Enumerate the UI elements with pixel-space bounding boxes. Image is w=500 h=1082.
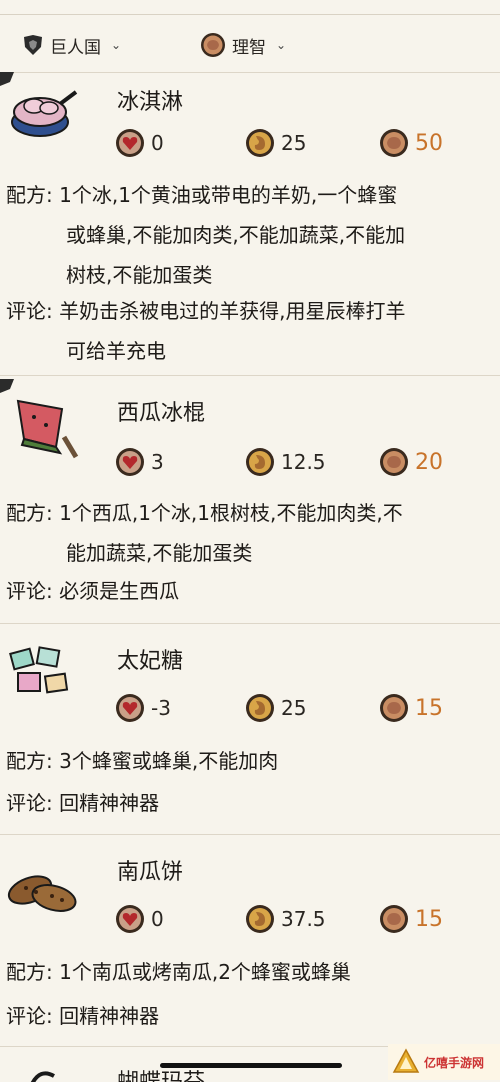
sanity-stat: 50 [379, 128, 443, 158]
food-name: 南瓜饼 [117, 860, 184, 885]
top-divider [0, 14, 500, 15]
watermark-logo-icon [392, 1048, 420, 1073]
health-heart-icon [116, 129, 144, 157]
recipe-line: 1个南瓜或烤南瓜,2个蜂蜜或蜂巢 [59, 960, 351, 984]
stats-row: 0 37.5 15 [115, 904, 495, 940]
health-stat: 3 [115, 447, 164, 477]
stat-filter-label: 理智 [232, 37, 266, 58]
recipe-row: 配方: 1个西瓜,1个冰,1根树枝,不能加肉类,不 能加蔬菜,不能加蛋类 [6, 493, 496, 573]
food-name: 西瓜冰棍 [117, 401, 206, 426]
health-stat: 0 [115, 128, 164, 158]
chevron-down-icon: ⌄ [276, 38, 287, 52]
health-value: 0 [151, 907, 164, 931]
recipe-card[interactable]: 南瓜饼 0 37.5 15 配方: 1个南瓜或烤南瓜,2个蜂蜜或蜂巢 评论: 回… [0, 834, 500, 1047]
hunger-stomach-icon [246, 448, 274, 476]
sanity-stat: 20 [379, 447, 443, 477]
health-value: 3 [151, 450, 164, 474]
butterfly-muffin-food-icon [30, 1071, 55, 1082]
health-value: 0 [151, 131, 164, 155]
hunger-value: 37.5 [281, 907, 326, 931]
food-name: 太妃糖 [117, 649, 184, 674]
world-filter-label: 巨人国 [50, 37, 101, 58]
watermark-text: 亿嘻手游网 [424, 1055, 485, 1070]
recipe-line: 或蜂巢,不能加肉类,不能加蔬菜,不能加 [66, 223, 406, 247]
recipe-label: 配方: [6, 960, 53, 984]
home-indicator[interactable] [160, 1063, 342, 1068]
recipe-label: 配方: [6, 749, 53, 773]
health-heart-icon [116, 905, 144, 933]
recipe-label: 配方: [6, 183, 53, 207]
recipe-line: 3个蜂蜜或蜂巢,不能加肉 [59, 749, 279, 773]
hunger-value: 12.5 [281, 450, 326, 474]
watermelon-popsicle-food-icon [16, 399, 79, 459]
comment-row: 评论: 羊奶击杀被电过的羊获得,用星辰棒打羊 可给羊充电 [6, 291, 496, 371]
sanity-value: 15 [415, 695, 443, 721]
hunger-stat: 37.5 [245, 904, 326, 934]
recipe-row: 配方: 3个蜂蜜或蜂巢,不能加肉 [6, 741, 496, 781]
stats-row: 3 12.5 20 [115, 447, 495, 483]
comment-label: 评论: [6, 579, 53, 603]
comment-line: 羊奶击杀被电过的羊获得,用星辰棒打羊 [59, 299, 406, 323]
hunger-stat: 25 [245, 128, 306, 158]
recipe-label: 配方: [6, 501, 53, 525]
hunger-stomach-icon [246, 129, 274, 157]
food-name: 冰淇淋 [117, 90, 184, 115]
sanity-brain-icon [380, 129, 408, 157]
health-heart-icon [116, 448, 144, 476]
recipe-line: 树枝,不能加蛋类 [66, 263, 213, 287]
comment-label: 评论: [6, 299, 53, 323]
sanity-brain-icon [380, 448, 408, 476]
sanity-value: 15 [415, 906, 443, 932]
health-stat: -3 [115, 693, 171, 723]
comment-line: 可给羊充电 [66, 339, 166, 363]
watermark: 亿嘻手游网 [388, 1044, 500, 1080]
sanity-value: 20 [415, 449, 443, 475]
comment-label: 评论: [6, 791, 53, 815]
taffy-food-icon [9, 646, 69, 694]
recipe-line: 1个冰,1个黄油或带电的羊奶,一个蜂蜜 [59, 183, 398, 207]
stats-row: -3 25 15 [115, 693, 495, 729]
recipe-row: 配方: 1个南瓜或烤南瓜,2个蜂蜜或蜂巢 [6, 952, 496, 992]
comment-line: 回精神神器 [59, 1004, 160, 1028]
recipe-row: 配方: 1个冰,1个黄油或带电的羊奶,一个蜂蜜 或蜂巢,不能加肉类,不能加蔬菜,… [6, 175, 496, 295]
health-value: -3 [151, 696, 171, 720]
comment-row: 评论: 回精神神器 [6, 783, 496, 823]
stat-filter-dropdown[interactable]: 理智 ⌄ [200, 30, 286, 60]
ice-cream-food-icon [11, 90, 78, 137]
health-stat: 0 [115, 904, 164, 934]
sanity-stat: 15 [379, 693, 443, 723]
hunger-stomach-icon [246, 905, 274, 933]
recipe-card[interactable]: 太妃糖 -3 25 15 配方: 3个蜂蜜或蜂巢,不能加肉 评论: 回精神神器 [0, 623, 500, 835]
comment-row: 评论: 回精神神器 [6, 996, 496, 1036]
sanity-stat: 15 [379, 904, 443, 934]
filter-bar: 巨人国 ⌄ 理智 ⌄ [0, 0, 500, 73]
hunger-value: 25 [281, 131, 307, 155]
sanity-value: 50 [415, 130, 443, 156]
stats-row: 0 25 50 [115, 128, 495, 164]
chevron-down-icon: ⌄ [111, 38, 122, 52]
giant-shield-icon [24, 35, 42, 55]
pumpkin-cookie-food-icon [7, 875, 77, 912]
hunger-value: 25 [281, 696, 307, 720]
sanity-brain-icon [201, 33, 225, 57]
hunger-stat: 12.5 [245, 447, 326, 477]
comment-line: 回精神神器 [59, 791, 160, 815]
comment-label: 评论: [6, 1004, 53, 1028]
hunger-stomach-icon [246, 694, 274, 722]
hunger-stat: 25 [245, 693, 306, 723]
recipe-line: 1个西瓜,1个冰,1根树枝,不能加肉类,不 [59, 501, 403, 525]
comment-row: 评论: 必须是生西瓜 [6, 571, 496, 611]
health-heart-icon [116, 694, 144, 722]
recipe-line: 能加蔬菜,不能加蛋类 [66, 541, 253, 565]
sanity-brain-icon [380, 905, 408, 933]
world-filter-dropdown[interactable]: 巨人国 ⌄ [22, 30, 121, 60]
recipe-card[interactable]: 西瓜冰棍 3 12.5 20 配方: 1个西瓜,1个冰,1根树枝,不能加肉类,不… [0, 375, 500, 624]
sanity-brain-icon [380, 694, 408, 722]
recipe-card[interactable]: 冰淇淋 0 25 50 配方: 1个冰,1个黄油或带电的羊奶,一个蜂蜜 或蜂巢,… [0, 72, 500, 376]
comment-line: 必须是生西瓜 [59, 579, 180, 603]
